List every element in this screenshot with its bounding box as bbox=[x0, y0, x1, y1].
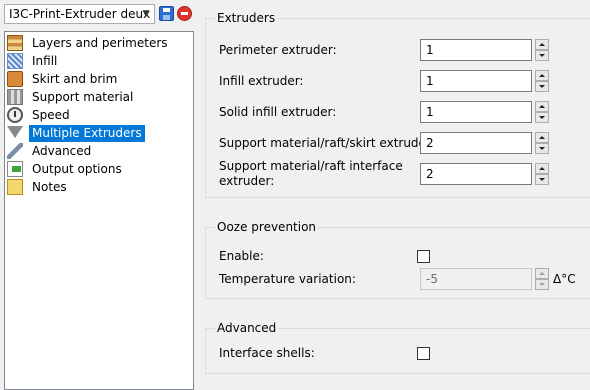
spin-down-icon[interactable] bbox=[535, 174, 549, 185]
interface-shells-label: Interface shells: bbox=[219, 346, 315, 360]
delete-preset-icon[interactable] bbox=[177, 6, 192, 21]
tree-item-label: Output options bbox=[32, 161, 122, 176]
tree-item-speed[interactable]: Speed bbox=[7, 106, 73, 124]
infill-extruder-input[interactable]: 1 bbox=[420, 70, 532, 92]
spin-up-icon[interactable] bbox=[535, 268, 549, 279]
spin-up-icon[interactable] bbox=[535, 101, 549, 112]
temperature-variation-unit: Δ°C bbox=[553, 272, 576, 286]
temperature-variation-input[interactable]: -5 bbox=[420, 268, 532, 290]
perimeter-extruder-input[interactable]: 1 bbox=[420, 39, 532, 61]
speed-icon bbox=[7, 107, 23, 123]
preset-select[interactable]: I3C-Print-Extruder deux ▼ bbox=[4, 4, 155, 24]
spin-down-icon[interactable] bbox=[535, 81, 549, 92]
advanced-group: Advanced Interface shells: bbox=[205, 320, 590, 374]
tree-item-multiple-extruders[interactable]: Multiple Extruders bbox=[7, 124, 145, 142]
infill-extruder-label: Infill extruder: bbox=[219, 74, 304, 88]
ooze-enable-checkbox[interactable] bbox=[417, 250, 430, 263]
tree-item-label: Support material bbox=[32, 89, 134, 104]
layers-icon bbox=[7, 35, 23, 51]
preset-toolbar: I3C-Print-Extruder deux ▼ bbox=[4, 4, 194, 26]
wrench-icon bbox=[7, 143, 23, 159]
settings-tree: Layers and perimeters Infill Skirt and b… bbox=[4, 31, 194, 390]
spin-down-icon[interactable] bbox=[535, 112, 549, 123]
tree-item-notes[interactable]: Notes bbox=[7, 178, 70, 196]
support-interface-extruder-label: Support material/raft interface extruder… bbox=[219, 159, 403, 188]
infill-extruder-spinner[interactable] bbox=[535, 70, 549, 92]
save-preset-icon[interactable] bbox=[159, 6, 174, 21]
ooze-prevention-group: Ooze prevention Enable: Temperature vari… bbox=[205, 219, 590, 299]
tree-item-layers-and-perimeters[interactable]: Layers and perimeters bbox=[7, 34, 171, 52]
tree-item-skirt-and-brim[interactable]: Skirt and brim bbox=[7, 70, 120, 88]
support-extruder-input[interactable]: 2 bbox=[420, 132, 532, 154]
tree-item-label: Multiple Extruders bbox=[29, 124, 145, 142]
tree-item-label: Speed bbox=[32, 107, 70, 122]
spin-up-icon[interactable] bbox=[535, 132, 549, 143]
perimeter-extruder-spinner[interactable] bbox=[535, 39, 549, 61]
spin-up-icon[interactable] bbox=[535, 39, 549, 50]
preset-select-value: I3C-Print-Extruder deux bbox=[9, 7, 151, 21]
tree-item-support-material[interactable]: Support material bbox=[7, 88, 136, 106]
solid-infill-extruder-input[interactable]: 1 bbox=[420, 101, 532, 123]
spin-down-icon[interactable] bbox=[535, 143, 549, 154]
output-icon bbox=[7, 161, 23, 177]
support-material-icon bbox=[7, 89, 23, 105]
spin-up-icon[interactable] bbox=[535, 163, 549, 174]
chevron-down-icon: ▼ bbox=[142, 9, 150, 19]
notes-icon bbox=[7, 179, 23, 195]
tree-item-advanced[interactable]: Advanced bbox=[7, 142, 94, 160]
funnel-icon bbox=[7, 126, 23, 142]
temperature-variation-label: Temperature variation: bbox=[219, 272, 356, 286]
advanced-group-title: Advanced bbox=[215, 320, 279, 336]
temperature-variation-spinner[interactable] bbox=[535, 268, 549, 290]
spin-up-icon[interactable] bbox=[535, 70, 549, 81]
tree-item-infill[interactable]: Infill bbox=[7, 52, 60, 70]
settings-page: Extruders Perimeter extruder: 1 Infill e… bbox=[201, 0, 590, 390]
tree-item-label: Notes bbox=[32, 179, 67, 194]
left-panel: I3C-Print-Extruder deux ▼ Layers and per… bbox=[0, 0, 195, 390]
interface-shells-checkbox[interactable] bbox=[417, 347, 430, 360]
ooze-prevention-group-title: Ooze prevention bbox=[215, 219, 319, 235]
solid-infill-extruder-label: Solid infill extruder: bbox=[219, 105, 337, 119]
spin-down-icon[interactable] bbox=[535, 50, 549, 61]
support-extruder-spinner[interactable] bbox=[535, 132, 549, 154]
solid-infill-extruder-spinner[interactable] bbox=[535, 101, 549, 123]
extruders-group-title: Extruders bbox=[215, 10, 278, 26]
infill-icon bbox=[7, 53, 23, 69]
support-interface-extruder-input[interactable]: 2 bbox=[420, 163, 532, 185]
tree-item-label: Layers and perimeters bbox=[32, 35, 168, 50]
spin-down-icon[interactable] bbox=[535, 279, 549, 290]
skirt-brim-icon bbox=[7, 71, 23, 87]
tree-item-label: Skirt and brim bbox=[32, 71, 118, 86]
support-interface-extruder-spinner[interactable] bbox=[535, 163, 549, 185]
tree-item-output-options[interactable]: Output options bbox=[7, 160, 125, 178]
support-extruder-label: Support material/raft/skirt extruder: bbox=[219, 136, 435, 150]
ooze-enable-label: Enable: bbox=[219, 249, 264, 263]
extruders-group: Extruders Perimeter extruder: 1 Infill e… bbox=[205, 10, 590, 198]
tree-item-label: Infill bbox=[32, 53, 58, 68]
tree-item-label: Advanced bbox=[32, 143, 92, 158]
perimeter-extruder-label: Perimeter extruder: bbox=[219, 43, 337, 57]
